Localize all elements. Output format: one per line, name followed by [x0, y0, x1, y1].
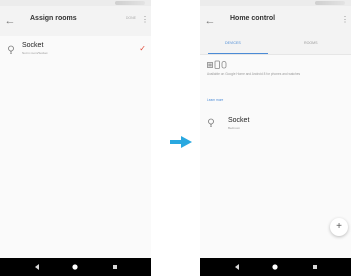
back-arrow-icon[interactable]: ←	[4, 12, 16, 30]
arrow-right-icon	[170, 136, 192, 148]
app-bar: ← Home control ⋮	[200, 6, 351, 36]
status-icons	[115, 1, 145, 5]
system-navigation-bar	[200, 258, 351, 276]
tab-bar: DEVICES ROOMS	[200, 36, 351, 55]
lightbulb-icon	[208, 118, 214, 127]
learn-more-link[interactable]: Learn more	[207, 98, 223, 102]
nav-back-icon[interactable]	[32, 262, 42, 272]
left-phone-screen: ← Assign rooms DONE ⋮ Socket Not in room…	[0, 0, 151, 276]
availability-info: Available on Google Home and Android 8 f…	[207, 72, 301, 76]
back-arrow-icon[interactable]: ←	[204, 12, 216, 30]
plus-icon: +	[336, 221, 342, 232]
status-icons	[315, 1, 345, 5]
nav-home-icon[interactable]	[270, 262, 280, 272]
device-name: Socket	[228, 117, 250, 124]
nav-back-icon[interactable]	[232, 262, 242, 272]
done-button[interactable]: DONE	[126, 16, 136, 20]
nav-recents-icon[interactable]	[110, 262, 120, 272]
tab-rooms[interactable]: ROOMS	[304, 41, 318, 45]
system-navigation-bar	[0, 258, 151, 276]
list-item-socket[interactable]: Socket Bedroom	[200, 113, 351, 135]
device-types-icon	[207, 60, 227, 69]
app-bar: ← Assign rooms DONE ⋮	[0, 6, 151, 36]
page-title: Assign rooms	[30, 15, 77, 22]
lightbulb-icon	[8, 45, 14, 54]
right-phone-screen: ← Home control ⋮ DEVICES ROOMS Available…	[200, 0, 351, 276]
list-item-socket[interactable]: Socket Not in room/Socket ✓	[0, 40, 151, 62]
add-device-button[interactable]: +	[330, 218, 348, 236]
more-vert-icon[interactable]: ⋮	[341, 14, 349, 26]
tab-devices[interactable]: DEVICES	[225, 41, 241, 45]
check-icon[interactable]: ✓	[139, 44, 146, 54]
nav-home-icon[interactable]	[70, 262, 80, 272]
active-tab-indicator	[208, 52, 268, 54]
device-name: Socket	[22, 42, 44, 49]
device-room: Bedroom	[228, 126, 241, 130]
page-title: Home control	[230, 15, 276, 22]
nav-recents-icon[interactable]	[310, 262, 320, 272]
more-vert-icon[interactable]: ⋮	[141, 14, 149, 26]
device-room: Not in room/Socket	[22, 51, 48, 55]
